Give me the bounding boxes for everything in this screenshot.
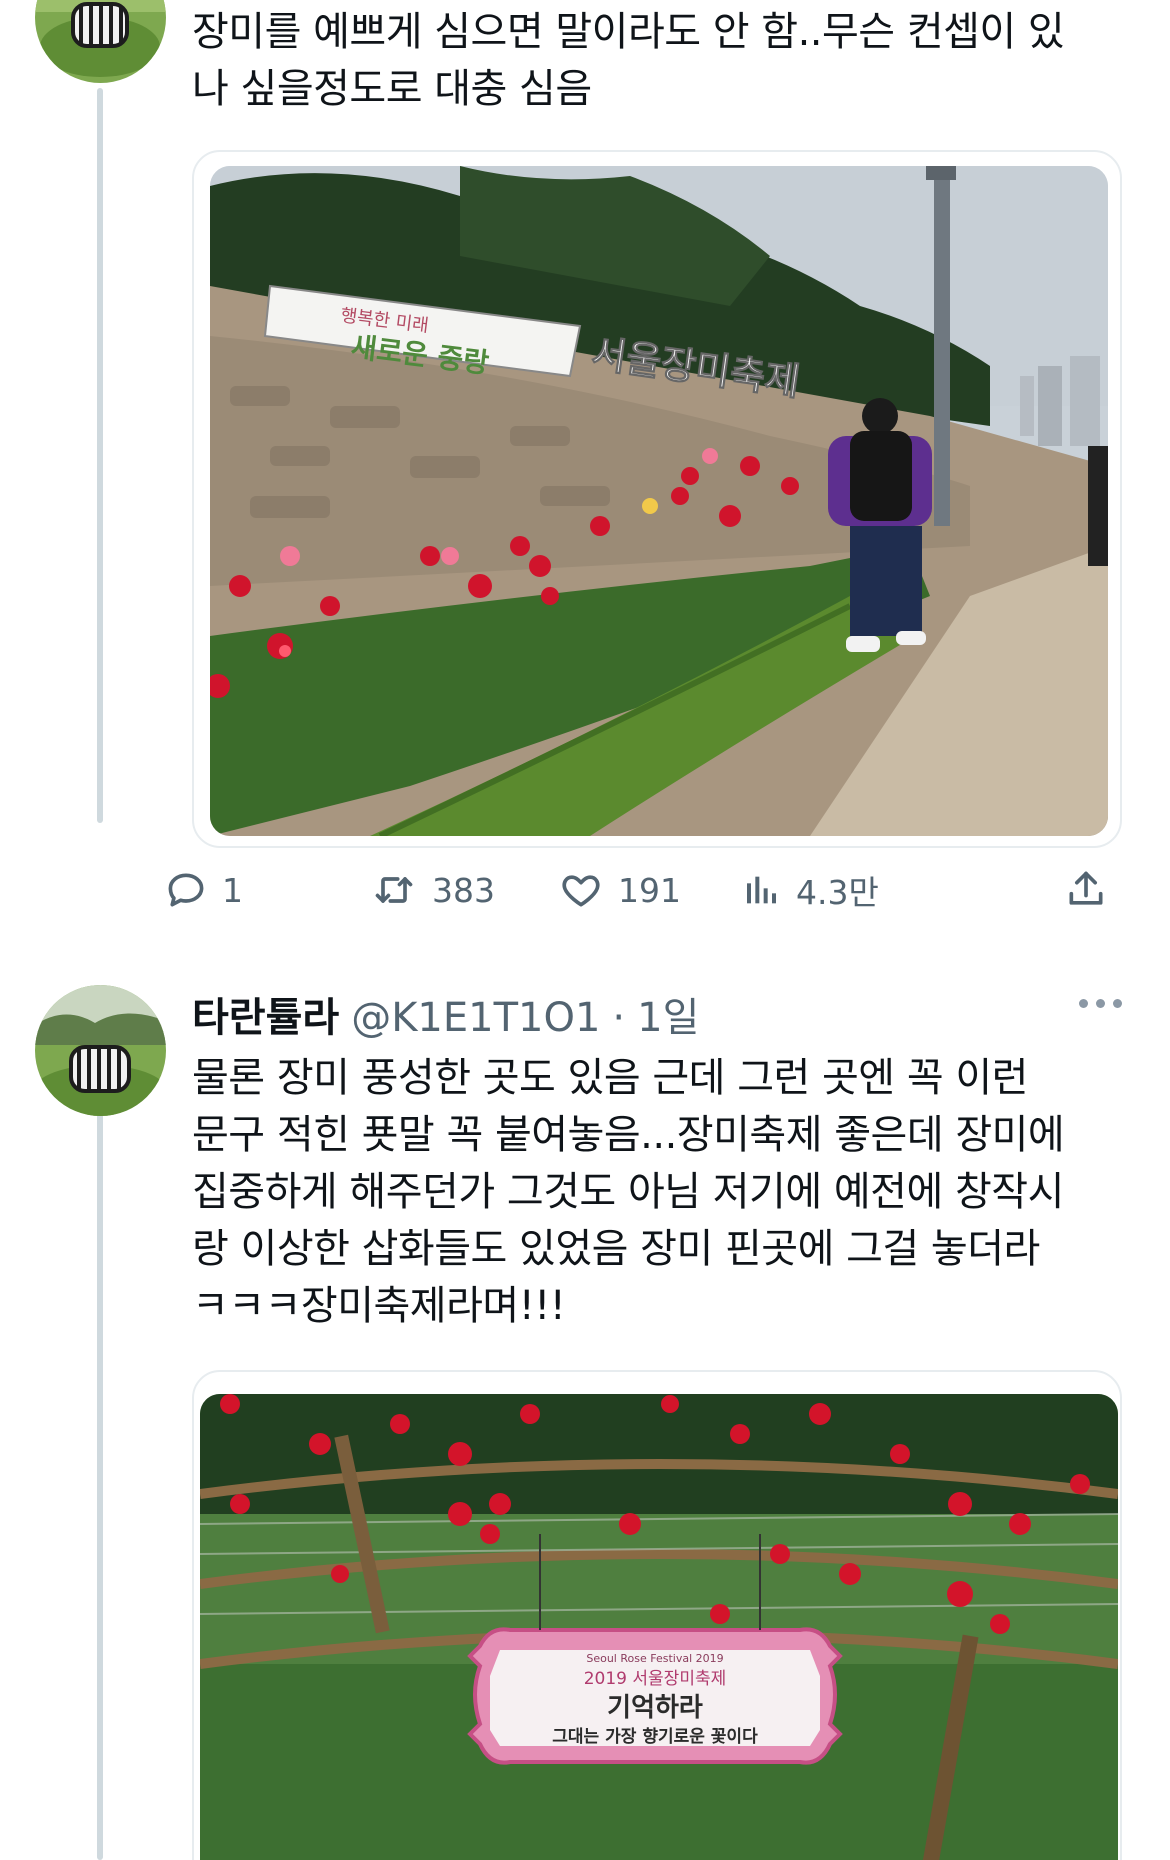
thread-connector-line (97, 1088, 103, 1860)
like-count: 191 (618, 870, 681, 910)
like-icon (562, 875, 600, 907)
avatar[interactable] (35, 0, 166, 83)
share-button[interactable] (1064, 860, 1108, 920)
like-button[interactable]: 191 (558, 860, 681, 920)
author-name[interactable]: 타란튤라 (192, 985, 339, 1043)
view-count: 4.3만 (796, 873, 879, 912)
tweet-photo[interactable]: 행복한 미래 새로운 중랑 서울장미축제 (192, 150, 1122, 848)
tweet-text: 물론 장미 풍성한 곳도 있음 근데 그런 곳엔 꼭 이런 문구 적힌 푯말 꼭… (192, 1055, 1065, 1329)
sign-subtitle: 2019 서울장미축제 (584, 1669, 727, 1689)
retweet-count: 383 (432, 870, 495, 910)
sign-top-text: Seoul Rose Festival 2019 (586, 1652, 723, 1665)
tweet-text: 장미를 예쁘게 심으면 말이라도 안 함..무슨 컨셉이 있 나 싶을정도로 대… (192, 9, 1065, 112)
rose-arch-photo: Seoul Rose Festival 2019 2019 서울장미축제 기억하… (200, 1394, 1118, 1860)
avatar[interactable] (35, 985, 166, 1116)
views-icon (747, 876, 776, 904)
retweet-button[interactable]: 383 (370, 860, 495, 920)
views-button[interactable]: 4.3만 (742, 860, 879, 920)
retweet-icon (375, 877, 413, 903)
rose-garden-photo: 행복한 미래 새로운 중랑 서울장미축제 (210, 166, 1108, 836)
reply-button[interactable]: 1 (164, 860, 243, 920)
reply-icon (168, 873, 204, 907)
sign-body: 그대는 가장 향기로운 꽃이다 (552, 1726, 758, 1747)
thread-connector-line (97, 88, 103, 823)
share-icon (1069, 871, 1103, 905)
more-icon[interactable] (1079, 999, 1122, 1008)
sign-title: 기억하라 (607, 1693, 703, 1723)
reply-count: 1 (222, 870, 243, 910)
separator-dot: · (612, 995, 626, 1041)
author-handle[interactable]: @K1E1T1O1 (351, 995, 600, 1041)
tweet-photo[interactable]: Seoul Rose Festival 2019 2019 서울장미축제 기억하… (192, 1370, 1122, 1860)
tweet-timestamp[interactable]: 1일 (637, 985, 699, 1043)
tweet-action-bar: 1 383 191 4.3만 (168, 860, 1122, 920)
tweet-author-row: 타란튤라 @K1E1T1O1 · 1일 (192, 985, 1122, 1045)
